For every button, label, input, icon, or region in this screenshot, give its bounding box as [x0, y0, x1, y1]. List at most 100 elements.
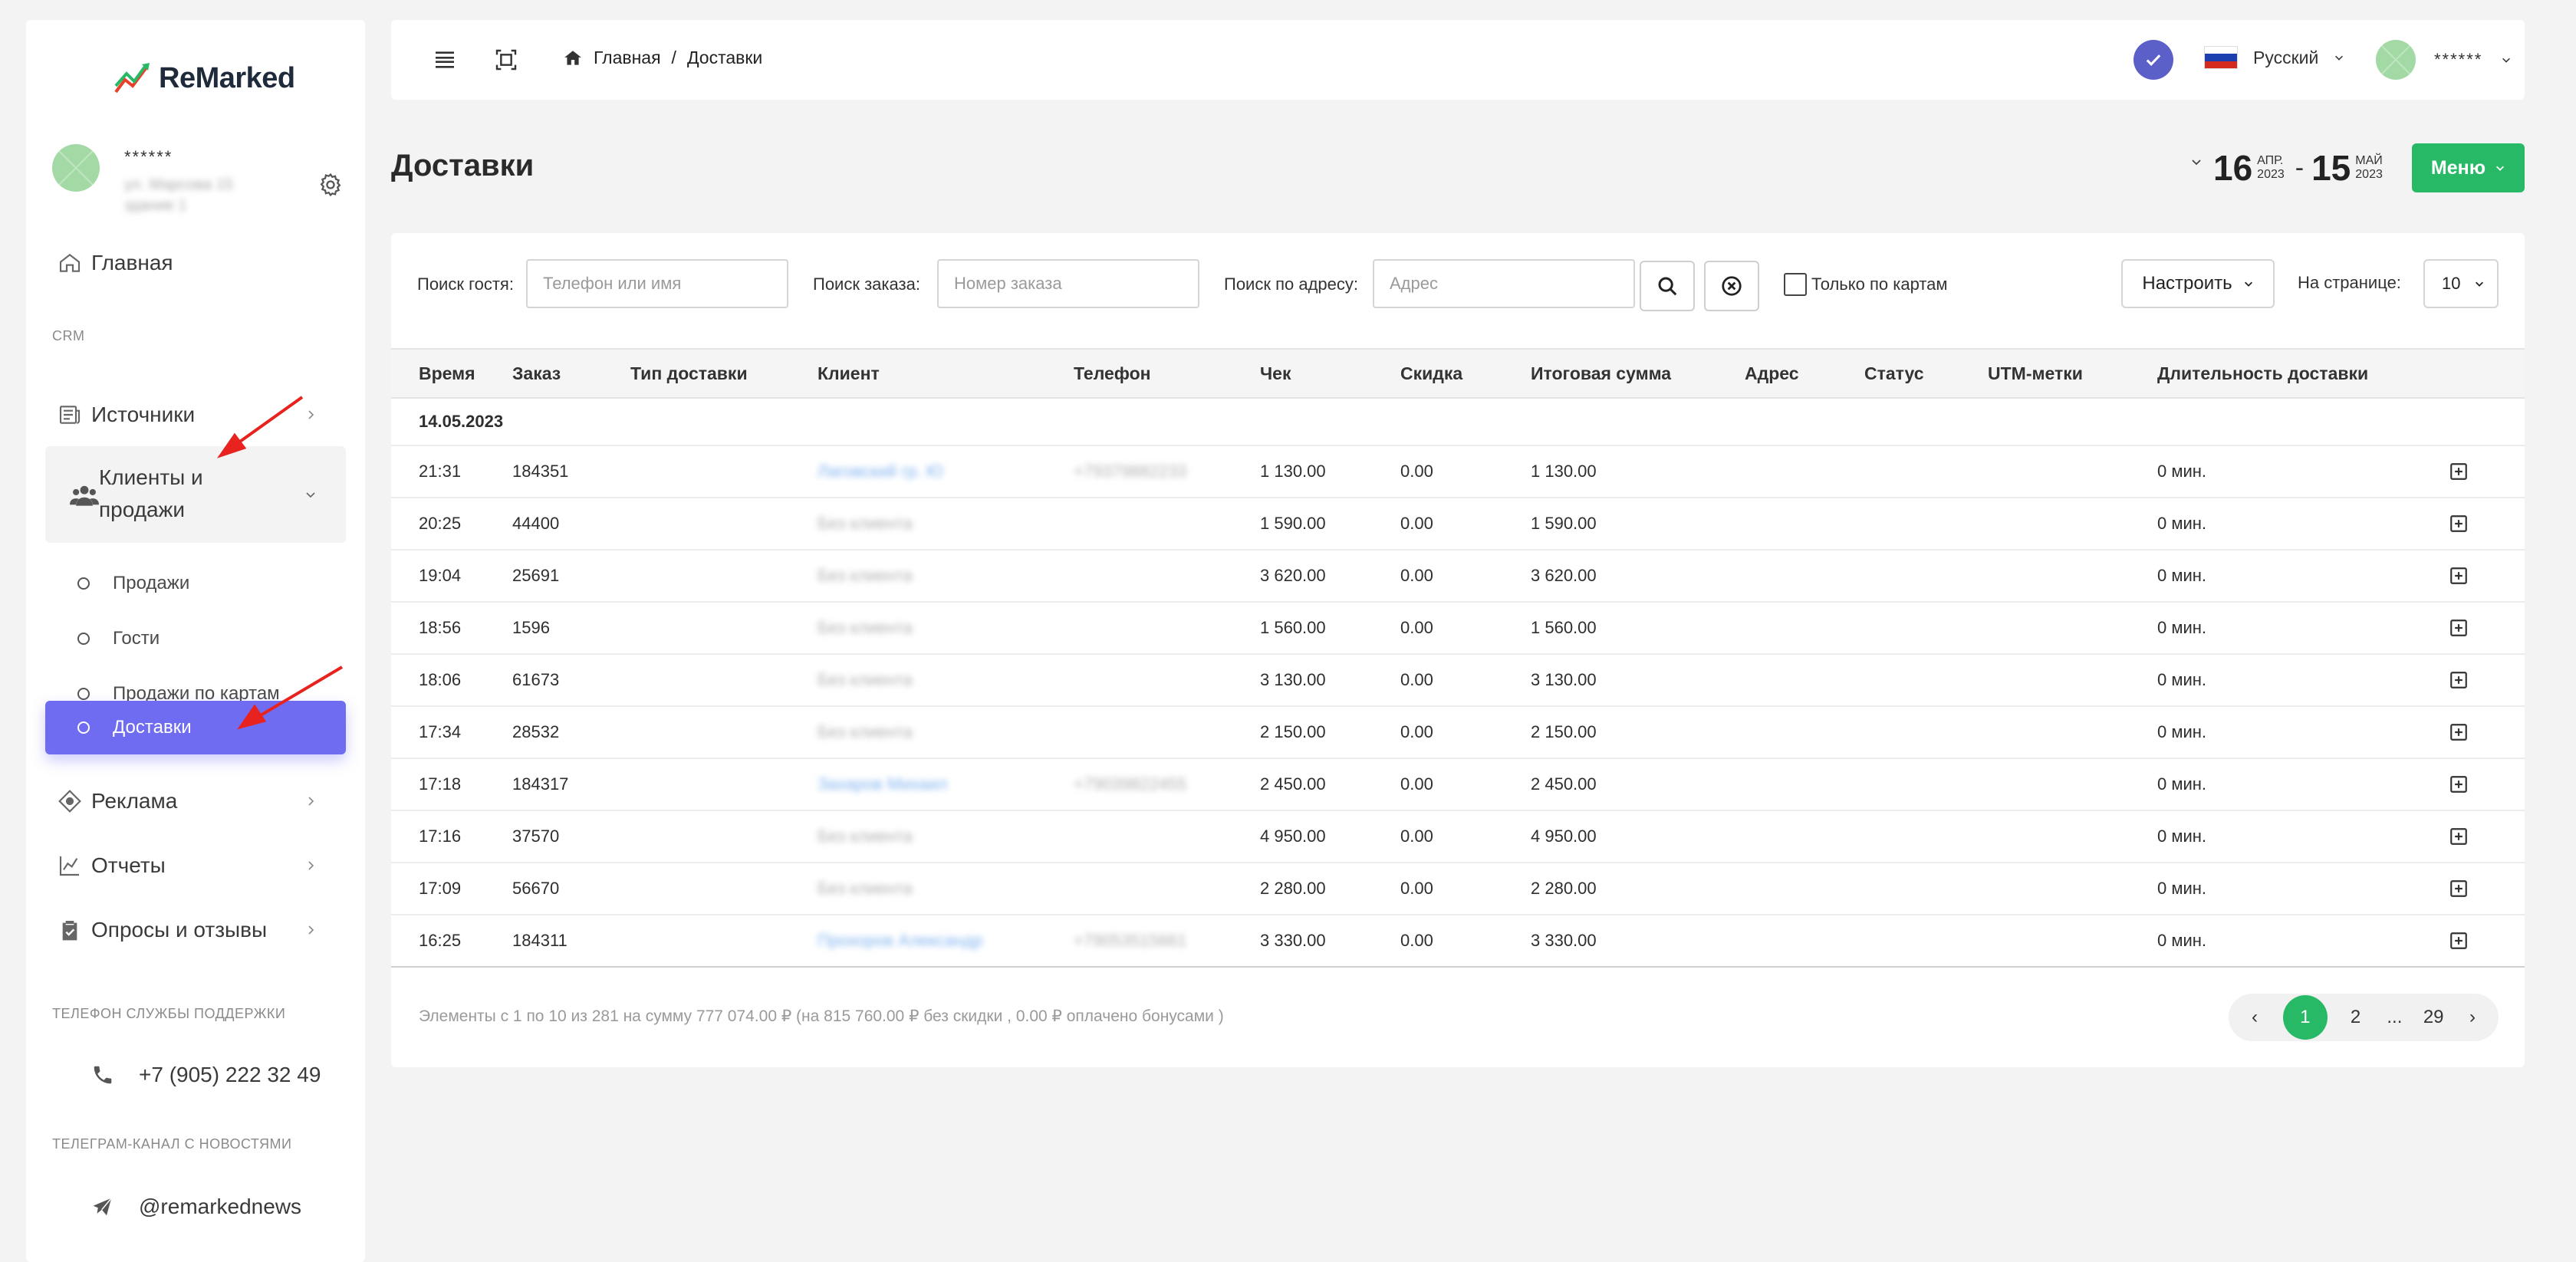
configure-button[interactable]: Настроить — [2121, 259, 2275, 308]
bullet-icon — [77, 688, 90, 700]
gear-icon[interactable] — [317, 172, 344, 198]
expand-plus-icon[interactable] — [2449, 670, 2469, 690]
sidebar-subitem-sales[interactable]: Продажи — [45, 558, 346, 609]
cell-discount: 0.00 — [1400, 498, 1531, 550]
order-search-input[interactable] — [937, 259, 1199, 308]
verified-badge[interactable] — [2134, 40, 2173, 80]
col-utm[interactable]: UTM-метки — [1988, 349, 2157, 398]
sidebar-item-sources[interactable]: Источники — [45, 388, 346, 442]
avatar[interactable] — [52, 144, 100, 192]
table-row[interactable]: 17:16 37570 Без клиента 4 950.00 0.00 4 950.0… — [391, 810, 2525, 863]
cell-time-text: 18:06 — [419, 670, 462, 689]
expand-plus-icon[interactable] — [2449, 827, 2469, 846]
cell-actions — [2387, 706, 2525, 759]
cell-status — [1864, 498, 1988, 550]
home-icon[interactable] — [563, 48, 583, 68]
col-address[interactable]: Адрес — [1745, 349, 1864, 398]
pagination-page-2[interactable]: 2 — [2345, 1007, 2367, 1028]
cell-time: 18:56 — [391, 602, 512, 655]
cell-client-text[interactable]: Лаговский гр. Ю — [818, 462, 943, 481]
sidebar-item-clients[interactable]: Клиенты и продажи — [45, 446, 346, 543]
language-selector[interactable]: Русский — [2204, 46, 2344, 69]
sidebar-subitem-deliveries[interactable]: Доставки — [45, 701, 346, 754]
user-menu[interactable]: ****** — [2376, 40, 2512, 80]
cell-discount-text: 0.00 — [1400, 566, 1433, 585]
col-phone[interactable]: Телефон — [1074, 349, 1260, 398]
pagination-ellipsis: ... — [2387, 1007, 2403, 1027]
cell-total: 2 280.00 — [1531, 863, 1745, 915]
cell-order: 28532 — [512, 706, 630, 759]
cards-only-checkbox[interactable] — [1784, 273, 1807, 296]
table-row[interactable]: 20:25 44400 Без клиента 1 590.00 0.00 1 590.0… — [391, 498, 2525, 550]
cell-order-text: 28532 — [512, 722, 560, 741]
cell-discount: 0.00 — [1400, 602, 1531, 655]
col-client[interactable]: Клиент — [818, 349, 1074, 398]
sidebar-item-home[interactable]: Главная — [45, 236, 346, 290]
fullscreen-icon[interactable] — [494, 48, 518, 72]
cell-total: 1 590.00 — [1531, 498, 1745, 550]
cell-status — [1864, 758, 1988, 811]
address-search-input[interactable] — [1373, 259, 1635, 308]
table-row[interactable]: 21:31 184351 Лаговский гр. Ю +79379882233 1 … — [391, 445, 2525, 498]
search-icon — [1658, 277, 1677, 296]
table-row[interactable]: 17:34 28532 Без клиента 2 150.00 0.00 2 150.0… — [391, 706, 2525, 759]
col-discount[interactable]: Скидка — [1400, 349, 1531, 398]
pagination-prev[interactable]: ‹ — [2244, 1007, 2265, 1028]
support-phone[interactable]: +7 (905) 222 32 49 — [45, 1052, 346, 1098]
search-button[interactable] — [1640, 261, 1695, 311]
cell-actions — [2387, 758, 2525, 811]
table-row[interactable]: 18:06 61673 Без клиента 3 130.00 0.00 3 130.0… — [391, 654, 2525, 707]
hamburger-icon[interactable] — [433, 48, 457, 72]
pagination-next[interactable]: › — [2462, 1007, 2483, 1028]
col-time[interactable]: Время — [391, 349, 512, 398]
menu-button[interactable]: Меню — [2412, 143, 2525, 192]
cards-only-toggle[interactable]: Только по картам — [1784, 273, 1948, 296]
table-row[interactable]: 17:09 56670 Без клиента 2 280.00 0.00 2 280.0… — [391, 863, 2525, 915]
expand-plus-icon[interactable] — [2449, 514, 2469, 534]
table-row[interactable]: 16:25 184311 Прохоров Александр +7905351566… — [391, 915, 2525, 968]
expand-plus-icon[interactable] — [2449, 566, 2469, 586]
clear-search-button[interactable] — [1704, 261, 1759, 311]
per-page-select[interactable]: 10 — [2423, 259, 2499, 308]
expand-plus-icon[interactable] — [2449, 462, 2469, 481]
sidebar-item-ads[interactable]: Реклама — [45, 774, 346, 828]
cell-discount: 0.00 — [1400, 863, 1531, 915]
sidebar-item-surveys[interactable]: Опросы и отзывы — [45, 903, 346, 957]
sidebar-item-reports[interactable]: Отчеты — [45, 839, 346, 892]
pagination-page-29[interactable]: 29 — [2423, 1007, 2444, 1028]
cell-utm — [1988, 550, 2157, 603]
col-status[interactable]: Статус — [1864, 349, 1988, 398]
col-check[interactable]: Чек — [1260, 349, 1400, 398]
col-delivery-type[interactable]: Тип доставки — [630, 349, 818, 398]
sidebar-subitem-guests[interactable]: Гости — [45, 613, 346, 664]
col-total[interactable]: Итоговая сумма — [1531, 349, 1745, 398]
col-order[interactable]: Заказ — [512, 349, 630, 398]
expand-plus-icon[interactable] — [2449, 931, 2469, 951]
breadcrumb-home[interactable]: Главная — [594, 48, 661, 68]
filters-bar: Поиск гостя: Поиск заказа: Поиск по адре… — [391, 233, 2525, 348]
cell-actions — [2387, 602, 2525, 655]
logo[interactable]: ReMarked — [113, 60, 295, 97]
col-duration[interactable]: Длительность доставки — [2157, 349, 2387, 398]
cell-client-text[interactable]: Прохоров Александр — [818, 931, 982, 950]
cell-delivery-type — [630, 863, 818, 915]
expand-plus-icon[interactable] — [2449, 879, 2469, 899]
telegram-link[interactable]: @remarkednews — [45, 1184, 346, 1230]
cell-check-text: 1 130.00 — [1260, 462, 1326, 481]
table-row[interactable]: 19:04 25691 Без клиента 3 620.00 0.00 3 620.0… — [391, 550, 2525, 603]
expand-plus-icon[interactable] — [2449, 774, 2469, 794]
deliveries-table: Время Заказ Тип доставки Клиент Телефон … — [391, 348, 2525, 968]
table-row[interactable]: 17:18 184317 Захаров Михаил +79039822455 2 4… — [391, 758, 2525, 811]
cell-order: 1596 — [512, 602, 630, 655]
table-row[interactable]: 18:56 1596 Без клиента 1 560.00 0.00 1 560.00… — [391, 602, 2525, 655]
cell-duration-text: 0 мин. — [2157, 879, 2207, 898]
pagination-page-1[interactable]: 1 — [2282, 995, 2328, 1040]
date-range-picker[interactable]: 16 АПР. 2023 - 15 МАЙ 2023 — [2190, 147, 2386, 189]
cell-check: 1 130.00 — [1260, 445, 1400, 498]
expand-plus-icon[interactable] — [2449, 722, 2469, 742]
cell-client-text[interactable]: Захаров Михаил — [818, 774, 948, 794]
guest-search-input[interactable] — [526, 259, 788, 308]
cell-total-text: 3 620.00 — [1531, 566, 1597, 585]
expand-plus-icon[interactable] — [2449, 618, 2469, 638]
date-to-month: МАЙ — [2355, 154, 2383, 167]
